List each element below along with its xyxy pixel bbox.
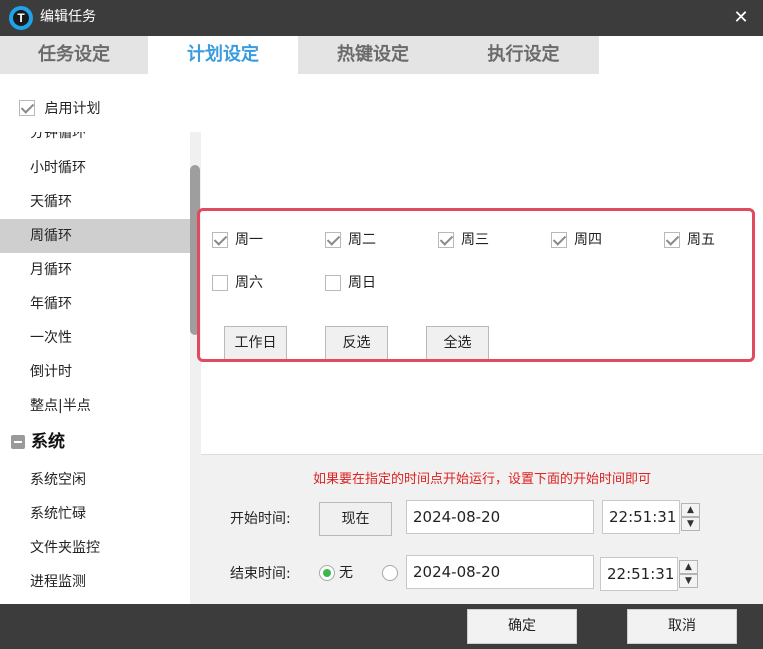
end-time-field[interactable]: 22:51:31 bbox=[600, 557, 678, 591]
tab-plan-settings[interactable]: 计划设定 bbox=[148, 36, 298, 74]
ok-button[interactable]: 确定 bbox=[467, 609, 577, 644]
cancel-button[interactable]: 取消 bbox=[627, 609, 737, 644]
close-icon[interactable]: ✕ bbox=[726, 4, 756, 32]
now-button[interactable]: 现在 bbox=[319, 502, 392, 536]
sidebar-item-hour-loop[interactable]: 小时循环 bbox=[0, 151, 190, 185]
start-time-label: 开始时间: bbox=[230, 511, 291, 527]
sidebar-item-countdown[interactable]: 倒计时 bbox=[0, 355, 190, 389]
enable-plan-checkbox[interactable]: 启用计划 bbox=[19, 98, 100, 118]
collapse-icon[interactable] bbox=[11, 435, 25, 449]
sidebar: 分钟循环 小时循环 天循环 周循环 月循环 年循环 一次性 倒计时 整点|半点 … bbox=[0, 132, 190, 604]
highlight-frame bbox=[197, 208, 755, 362]
tab-bar: 任务设定 计划设定 热键设定 执行设定 bbox=[0, 36, 763, 76]
sidebar-item-process-monitor[interactable]: 进程监测 bbox=[0, 565, 190, 599]
sidebar-item-week-loop[interactable]: 周循环 bbox=[0, 219, 190, 253]
sidebar-item-day-loop[interactable]: 天循环 bbox=[0, 185, 190, 219]
sidebar-item-one-time[interactable]: 一次性 bbox=[0, 321, 190, 355]
sidebar-item-year-loop[interactable]: 年循环 bbox=[0, 287, 190, 321]
end-none-radio-icon[interactable] bbox=[319, 565, 335, 581]
window-title: 编辑任务 bbox=[40, 9, 96, 25]
title-bar: T 编辑任务 ✕ bbox=[0, 0, 763, 36]
start-date-field[interactable]: 2024-08-20 bbox=[406, 500, 594, 534]
enable-plan-label: 启用计划 bbox=[44, 101, 101, 117]
sidebar-group-label: 系统 bbox=[31, 432, 65, 452]
sidebar-item-month-loop[interactable]: 月循环 bbox=[0, 253, 190, 287]
start-time-field[interactable]: 22:51:31 bbox=[602, 500, 680, 534]
sidebar-group-system[interactable]: 系统 bbox=[11, 428, 65, 456]
start-time-spin-down-icon[interactable]: ▼ bbox=[681, 517, 700, 531]
sidebar-item-minute-loop[interactable]: 分钟循环 bbox=[0, 132, 190, 150]
end-time-spin-down-icon[interactable]: ▼ bbox=[679, 574, 698, 588]
app-logo-icon: T bbox=[9, 6, 33, 30]
sidebar-item-folder-monitor[interactable]: 文件夹监控 bbox=[0, 531, 190, 565]
app-logo-letter: T bbox=[13, 10, 29, 26]
end-none-radio[interactable]: 无 bbox=[319, 563, 353, 583]
hint-text: 如果要在指定的时间点开始运行，设置下面的开始时间即可 bbox=[312, 472, 651, 487]
sidebar-item-system-busy[interactable]: 系统忙碌 bbox=[0, 497, 190, 531]
end-date-radio[interactable] bbox=[382, 565, 398, 581]
tab-task-settings[interactable]: 任务设定 bbox=[0, 36, 148, 74]
end-time-label: 结束时间: bbox=[230, 566, 291, 582]
start-time-spin-up-icon[interactable]: ▲ bbox=[681, 503, 700, 517]
sidebar-item-system-idle[interactable]: 系统空闲 bbox=[0, 463, 190, 497]
end-date-field[interactable]: 2024-08-20 bbox=[406, 555, 594, 589]
end-none-label: 无 bbox=[339, 565, 353, 581]
sidebar-item-hour-half[interactable]: 整点|半点 bbox=[0, 389, 190, 423]
end-time-spin-up-icon[interactable]: ▲ bbox=[679, 560, 698, 574]
tab-hotkey-settings[interactable]: 热键设定 bbox=[298, 36, 448, 74]
tab-execution-settings[interactable]: 执行设定 bbox=[448, 36, 599, 74]
enable-plan-check-icon[interactable] bbox=[19, 100, 35, 116]
